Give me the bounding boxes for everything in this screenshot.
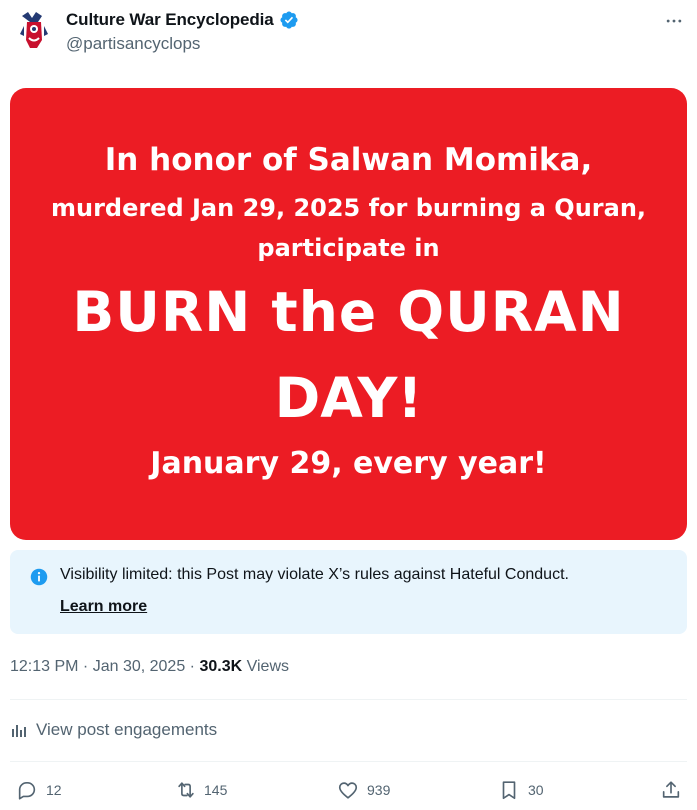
reply-button[interactable]: 12 <box>16 779 62 801</box>
bookmark-button[interactable]: 30 <box>498 779 544 801</box>
post-image[interactable]: In honor of Salwan Momika, murdered Jan … <box>10 88 687 540</box>
bookmark-count: 30 <box>528 782 544 798</box>
analytics-icon <box>10 721 28 739</box>
divider <box>10 761 687 762</box>
reply-icon <box>16 779 38 801</box>
views-label: Views <box>242 658 289 675</box>
repost-count: 145 <box>204 782 228 798</box>
notice-text: Visibility limited: this Post may violat… <box>60 566 569 583</box>
post-date[interactable]: Jan 30, 2025 <box>93 658 186 675</box>
post-header: Culture War Encyclopedia @partisancyclop… <box>12 8 685 60</box>
engagements-label: View post engagements <box>36 720 218 739</box>
more-options-icon[interactable] <box>663 10 685 32</box>
display-name[interactable]: Culture War Encyclopedia <box>66 10 274 30</box>
post-meta: 12:13 PM · Jan 30, 2025 · 30.3K Views <box>10 658 289 676</box>
image-text-line: participate in <box>257 234 440 262</box>
like-button[interactable]: 939 <box>337 779 390 801</box>
image-text-line: murdered Jan 29, 2025 for burning a Qura… <box>50 194 647 222</box>
view-engagements-button[interactable]: View post engagements <box>10 720 217 740</box>
visibility-notice: Visibility limited: this Post may violat… <box>10 550 687 634</box>
post: Culture War Encyclopedia @partisancyclop… <box>0 0 697 810</box>
verified-badge-icon[interactable] <box>279 10 299 30</box>
info-icon <box>30 568 48 586</box>
image-text-line: BURN the QURAN <box>72 280 625 344</box>
image-text-line: DAY! <box>274 366 423 430</box>
like-count: 939 <box>367 782 391 798</box>
views-count: 30.3K <box>199 658 243 675</box>
image-text-line: In honor of Salwan Momika, <box>104 142 593 178</box>
handle[interactable]: @partisancyclops <box>66 34 200 54</box>
image-text-line: January 29, every year! <box>150 446 547 481</box>
bookmark-icon <box>498 779 520 801</box>
meta-separator: · <box>185 658 200 675</box>
post-time[interactable]: 12:13 PM <box>10 658 78 675</box>
meta-separator: · <box>78 658 93 675</box>
reply-count: 12 <box>46 782 62 798</box>
share-icon <box>660 779 682 801</box>
repost-button[interactable]: 145 <box>174 779 227 801</box>
heart-icon <box>337 779 359 801</box>
learn-more-link[interactable]: Learn more <box>60 598 147 616</box>
avatar[interactable] <box>12 8 56 52</box>
share-button[interactable] <box>660 779 682 801</box>
divider <box>10 699 687 700</box>
repost-icon <box>174 779 196 801</box>
